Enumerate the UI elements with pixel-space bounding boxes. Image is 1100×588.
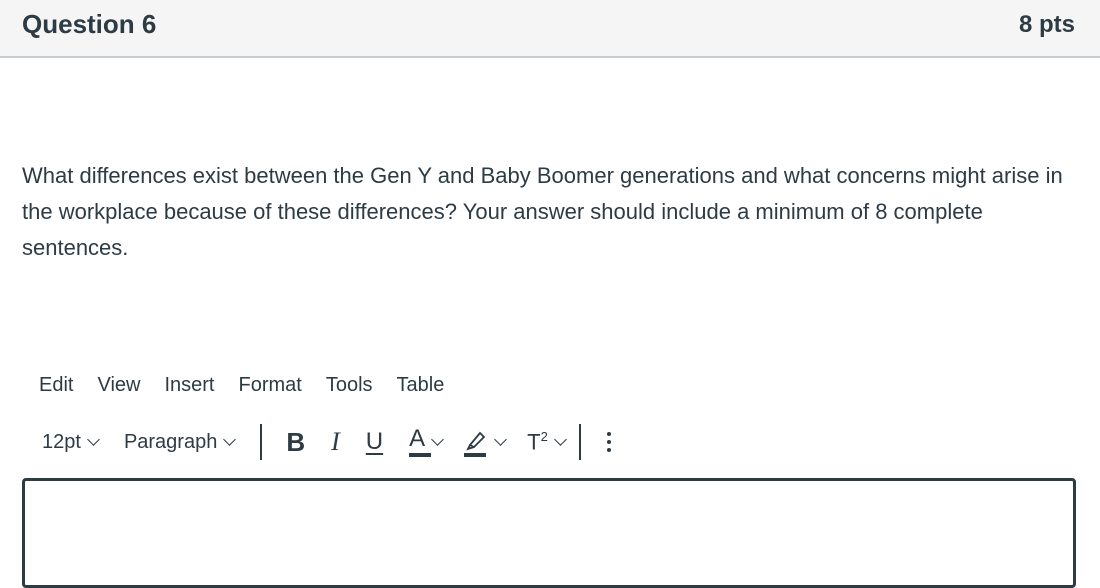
underline-icon: U [365, 428, 384, 455]
editor-toolbar: 12pt Paragraph B I U A T2 [42, 422, 611, 462]
superscript-icon: T2 [527, 428, 548, 455]
text-color-button[interactable]: A [409, 424, 445, 460]
italic-button[interactable]: I [331, 424, 340, 460]
chevron-down-icon [87, 432, 100, 446]
chevron-down-icon [494, 432, 508, 446]
font-size-value: 12pt [42, 430, 81, 453]
highlight-color-button[interactable] [464, 424, 508, 460]
text-color-icon: A [409, 425, 432, 459]
menu-edit[interactable]: Edit [39, 372, 73, 400]
question-header: Question 6 8 pts [0, 0, 1100, 58]
superscript-button[interactable]: T2 [527, 424, 567, 460]
question-text: What differences exist between the Gen Y… [22, 163, 1063, 260]
bold-button[interactable]: B [286, 424, 305, 460]
block-format-dropdown[interactable]: Paragraph [123, 430, 237, 454]
question-points: 8 pts [1018, 11, 1075, 38]
menu-format[interactable]: Format [239, 372, 302, 400]
menu-view[interactable]: View [97, 372, 140, 400]
menu-insert[interactable]: Insert [164, 372, 214, 400]
menu-tools[interactable]: Tools [326, 372, 373, 400]
highlighter-icon [464, 427, 488, 457]
font-size-dropdown[interactable]: 12pt [42, 430, 100, 454]
menu-table[interactable]: Table [397, 372, 445, 400]
block-format-value: Paragraph [123, 430, 218, 453]
underline-button[interactable]: U [366, 424, 383, 460]
toolbar-divider [578, 424, 581, 460]
answer-editor[interactable] [22, 478, 1076, 588]
more-vertical-icon[interactable] [606, 432, 611, 452]
chevron-down-icon [553, 432, 567, 446]
chevron-down-icon [431, 432, 445, 446]
chevron-down-icon [223, 432, 237, 446]
toolbar-divider [260, 424, 263, 460]
question-title: Question 6 [22, 9, 157, 39]
editor-menubar: Edit View Insert Format Tools Table [39, 372, 468, 400]
